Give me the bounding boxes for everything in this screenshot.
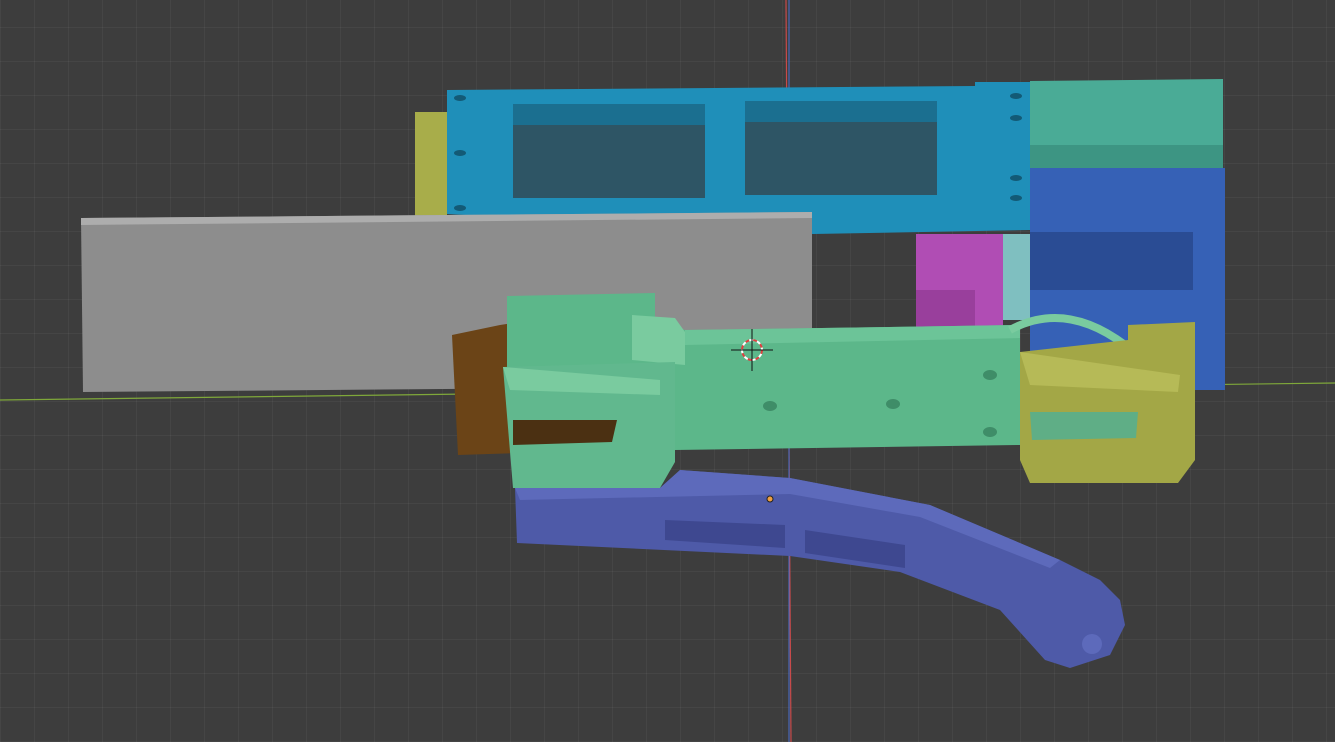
olive-plate[interactable] [415,112,447,216]
teal-block[interactable] [1030,79,1223,168]
3d-viewport[interactable] [0,0,1335,742]
magenta-block[interactable] [916,234,1003,328]
blue-frame[interactable] [447,82,1030,234]
purple-arm[interactable] [515,470,1125,668]
object-origin-icon [766,495,774,503]
scene[interactable] [0,0,1335,742]
